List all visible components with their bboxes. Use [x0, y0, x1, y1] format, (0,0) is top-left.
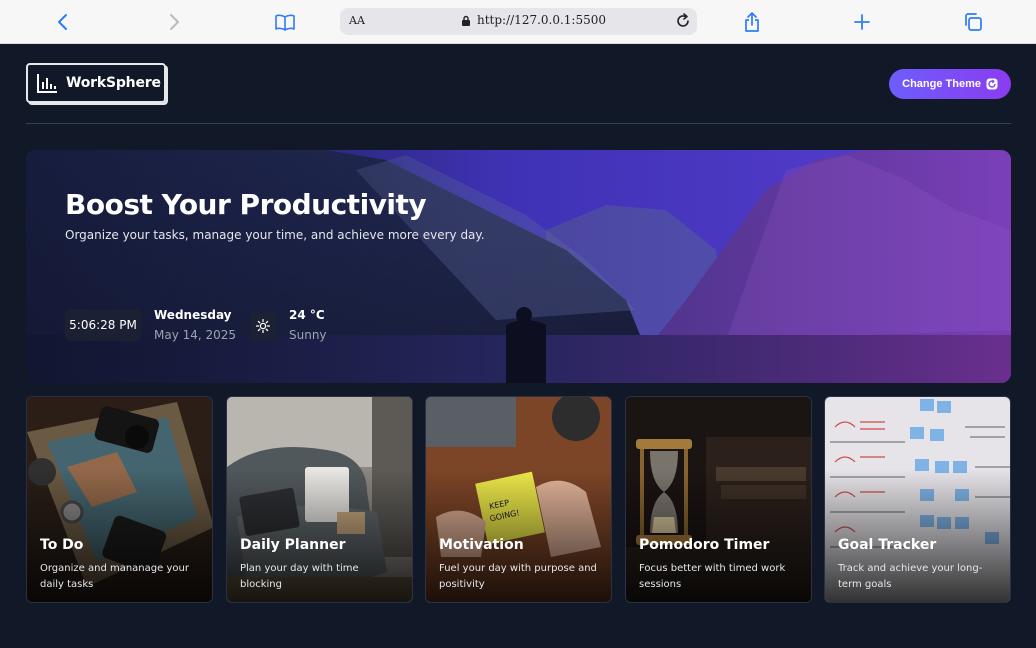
- card-description: Fuel your day with purpose and positivit…: [439, 563, 597, 590]
- card-description: Track and achieve your long-term goals: [838, 563, 983, 590]
- card-motivation[interactable]: KEEP GOING! Motivation Fuel your day wit…: [425, 396, 612, 603]
- reload-icon[interactable]: [675, 13, 691, 29]
- tabs-icon: [965, 13, 982, 31]
- address-bar[interactable]: AA http://127.0.0.1:5500: [340, 8, 697, 35]
- header-divider: [26, 123, 1011, 124]
- card-daily-planner[interactable]: Daily Planner Plan your day with time bl…: [226, 396, 413, 603]
- weekday: Wednesday: [154, 308, 232, 322]
- hero-banner: Boost Your Productivity Organize your ta…: [26, 150, 1011, 383]
- card-description: Organize and mananage your daily tasks: [40, 563, 189, 590]
- bar-chart-icon: [37, 74, 57, 93]
- share-icon: [745, 12, 759, 32]
- plus-icon: [854, 14, 870, 30]
- chevron-right-icon: [170, 14, 179, 30]
- card-todo[interactable]: To Do Organize and mananage your daily t…: [26, 396, 213, 603]
- url-text: http://127.0.0.1:5500: [477, 13, 607, 27]
- clock-time: 5:06:28 PM: [69, 318, 137, 332]
- hero-subtitle: Organize your tasks, manage your time, a…: [65, 228, 485, 242]
- card-pomodoro-timer[interactable]: Pomodoro Timer Focus better with timed w…: [625, 396, 812, 603]
- text-size-button[interactable]: AA: [349, 14, 365, 27]
- weather-icon-box: [250, 311, 276, 341]
- card-goal-tracker[interactable]: Goal Tracker Track and achieve your long…: [824, 396, 1011, 603]
- new-tab-button[interactable]: [849, 9, 875, 35]
- chevron-left-icon: [58, 14, 67, 30]
- mountain-lake-image: [26, 150, 1011, 383]
- clock: 5:06:28 PM: [65, 309, 141, 341]
- share-button[interactable]: [739, 9, 765, 35]
- hero-title: Boost Your Productivity: [65, 188, 427, 221]
- change-theme-button[interactable]: Change Theme: [889, 69, 1011, 99]
- lock-icon: [462, 15, 470, 26]
- card-title: Motivation: [439, 537, 524, 553]
- card-description: Focus better with timed work sessions: [639, 563, 786, 590]
- temperature: 24 °C: [289, 308, 325, 322]
- card-title: To Do: [40, 537, 84, 553]
- browser-toolbar: AA http://127.0.0.1:5500: [0, 0, 1036, 44]
- card-title: Daily Planner: [240, 537, 346, 553]
- card-title: Pomodoro Timer: [639, 537, 770, 553]
- card-description: Plan your day with time blocking: [240, 563, 359, 590]
- card-title: Goal Tracker: [838, 537, 937, 553]
- logo-text: WorkSphere: [66, 75, 161, 91]
- forward-button[interactable]: [161, 9, 187, 35]
- tabs-button[interactable]: [960, 9, 986, 35]
- sun-icon: [256, 319, 270, 333]
- date: May 14, 2025: [154, 328, 237, 342]
- bookmarks-button[interactable]: [272, 9, 298, 35]
- change-theme-label: Change Theme: [902, 78, 981, 90]
- refresh-icon: [986, 78, 998, 90]
- app-logo[interactable]: WorkSphere: [26, 63, 166, 103]
- weather-condition: Sunny: [289, 328, 327, 342]
- book-icon: [275, 14, 295, 31]
- back-button[interactable]: [50, 9, 76, 35]
